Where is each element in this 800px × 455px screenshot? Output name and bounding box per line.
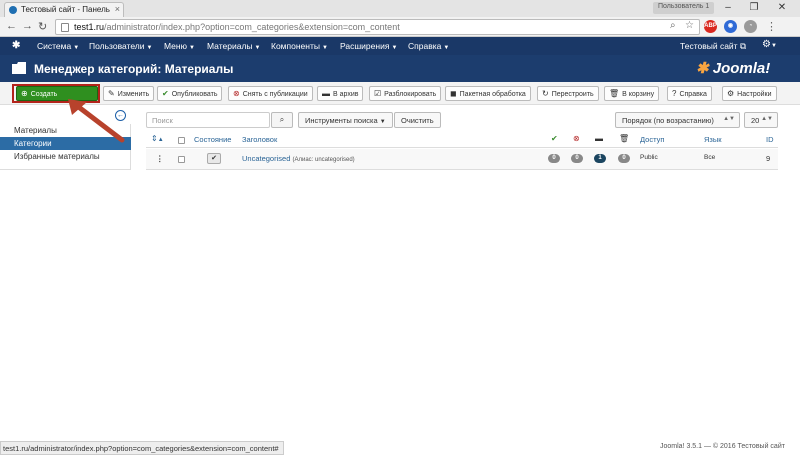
reload-icon[interactable]: ↻ — [38, 20, 47, 33]
category-title-link[interactable]: Uncategorised — [242, 154, 290, 163]
url-path: /administrator/index.php?option=com_cate… — [104, 22, 400, 32]
cross-circle-icon: ⊗ — [233, 89, 240, 98]
browser-status-bar: test1.ru/administrator/index.php?option=… — [0, 441, 284, 455]
menu-help[interactable]: Справка ▼ — [408, 41, 449, 51]
joomla-brand-logo: ✱ Joomla! — [696, 60, 771, 77]
zoom-icon[interactable]: ⌕ — [670, 20, 676, 31]
minimize-window-button[interactable]: – — [716, 1, 740, 15]
search-button[interactable]: ⌕ — [271, 112, 293, 128]
column-access[interactable]: Доступ — [640, 135, 664, 144]
row-language: Все — [704, 154, 716, 161]
maximize-window-button[interactable]: ❐ — [742, 1, 766, 15]
gear-icon: ⚙ — [727, 89, 735, 98]
checkbox-icon: ☑ — [374, 89, 382, 98]
url-input[interactable]: test1.ru/administrator/index.php?option=… — [55, 19, 700, 35]
archive-icon: ▬ — [322, 89, 330, 98]
site-name-link[interactable]: Тестовый сайт ⧉ — [680, 41, 746, 52]
checkmark-icon: ✔ — [162, 89, 169, 98]
back-arrow-icon[interactable]: ← — [6, 20, 17, 32]
menu-menus[interactable]: Меню ▼ — [164, 41, 195, 51]
published-icon: ✔ — [551, 134, 558, 143]
dropdown-icon: ▲▼ — [761, 116, 773, 122]
search-tools-button[interactable]: Инструменты поиска ▼ — [298, 112, 393, 128]
browser-tab-title: Тестовый сайт - Панель — [21, 5, 110, 14]
browser-tab[interactable]: Тестовый сайт - Панель × — [4, 2, 124, 17]
column-title[interactable]: Заголовок — [242, 135, 277, 144]
drag-handle-icon[interactable]: ⋮ — [156, 154, 164, 163]
table-row: ⋮ ✔ Uncategorised (Алиас: uncategorised)… — [146, 149, 778, 170]
browser-tab-bar: Тестовый сайт - Панель × Пользователь 1 … — [0, 0, 800, 17]
batch-button[interactable]: ◼ Пакетная обработка — [445, 86, 531, 101]
menu-content[interactable]: Материалы ▼ — [207, 41, 260, 51]
unpublish-button[interactable]: ⊗ Снять с публикации — [228, 86, 313, 101]
help-button[interactable]: ? Справка — [667, 86, 712, 101]
dropdown-icon: ▲▼ — [723, 116, 735, 122]
row-checkbox[interactable] — [178, 156, 185, 163]
row-title: Uncategorised (Алиас: uncategorised) — [242, 154, 355, 163]
options-button[interactable]: ⚙ Настройки — [722, 86, 777, 101]
page-title: Менеджер категорий: Материалы — [34, 62, 234, 76]
menu-system[interactable]: Система ▼ — [37, 41, 79, 51]
forward-arrow-icon[interactable]: → — [22, 20, 33, 32]
speed-dial-icon[interactable]: ◔ — [744, 20, 757, 33]
extension-icon[interactable]: ◉ — [724, 20, 737, 33]
trash-icon: 🗑 — [609, 89, 620, 98]
gear-icon[interactable]: ⚙▼ — [762, 39, 777, 50]
row-id: 9 — [766, 154, 771, 163]
adblock-icon[interactable]: ABP — [704, 20, 717, 33]
sidebar-item-featured[interactable]: Избранные материалы — [0, 150, 131, 163]
column-status[interactable]: Состояние — [194, 135, 231, 144]
published-count[interactable]: 0 — [548, 154, 560, 163]
refresh-icon: ↻ — [542, 89, 549, 98]
folder-icon — [12, 62, 26, 74]
column-id[interactable]: ID — [766, 135, 774, 144]
checkin-button[interactable]: ☑ Разблокировать — [369, 86, 442, 101]
archived-icon: ▬ — [595, 134, 603, 143]
trashed-count[interactable]: 0 — [618, 154, 630, 163]
joomla-logo-icon[interactable]: ✱ — [12, 40, 20, 51]
category-alias: (Алиас: uncategorised) — [292, 157, 355, 163]
trashed-icon: 🗑 — [619, 134, 630, 143]
annotation-arrow — [68, 99, 125, 143]
unpublished-count[interactable]: 0 — [571, 154, 583, 163]
search-input[interactable]: Поиск — [146, 112, 270, 128]
table-header: ⇕▲ Состояние Заголовок ✔ ⊗ ▬ 🗑 Доступ Яз… — [146, 133, 778, 148]
joomla-favicon-icon — [9, 6, 17, 14]
row-access: Public — [640, 154, 658, 161]
search-icon: ⌕ — [279, 115, 285, 124]
rebuild-button[interactable]: ↻ Перестроить — [537, 86, 599, 101]
question-icon: ? — [672, 89, 677, 98]
archive-button[interactable]: ▬ В архив — [317, 86, 364, 101]
browser-menu-icon[interactable]: ⋮ — [766, 20, 777, 33]
publish-button[interactable]: ✔ Опубликовать — [157, 86, 223, 101]
column-language[interactable]: Язык — [704, 135, 722, 144]
admin-navbar: ✱ Система ▼ Пользователи ▼ Меню ▼ Материалы… — [0, 37, 800, 55]
close-window-button[interactable]: ✕ — [770, 1, 794, 15]
batch-icon: ◼ — [450, 89, 457, 98]
trash-button[interactable]: 🗑 В корзину — [604, 86, 660, 101]
page-icon — [61, 23, 69, 32]
url-host: test1.ru — [74, 22, 105, 32]
archived-count[interactable]: 1 — [594, 154, 606, 163]
publish-toggle[interactable]: ✔ — [207, 153, 221, 164]
page-footer: Joomla! 3.5.1 — © 2016 Тестовый сайт — [660, 443, 785, 450]
bookmark-star-icon[interactable]: ☆ — [685, 20, 694, 31]
limit-select[interactable]: 20 ▲▼ — [744, 112, 778, 128]
page-header: Менеджер категорий: Материалы ✱ Joomla! — [0, 55, 800, 82]
unpublished-icon: ⊗ — [573, 134, 580, 143]
clear-button[interactable]: Очистить — [394, 112, 441, 128]
browser-address-bar: ← → ↻ test1.ru/administrator/index.php?o… — [0, 17, 800, 37]
checkmark-icon: ✔ — [211, 155, 217, 162]
menu-users[interactable]: Пользователи ▼ — [89, 41, 152, 51]
sort-ordering-icon[interactable]: ⇕▲ — [151, 134, 164, 143]
select-all-checkbox[interactable] — [178, 137, 185, 144]
ordering-select[interactable]: Порядок (по возрастанию) ▲▼ — [615, 112, 740, 128]
menu-extensions[interactable]: Расширения ▼ — [340, 41, 397, 51]
browser-user-badge[interactable]: Пользователь 1 — [653, 2, 715, 14]
close-tab-icon[interactable]: × — [115, 4, 120, 14]
menu-components[interactable]: Компоненты ▼ — [271, 41, 328, 51]
